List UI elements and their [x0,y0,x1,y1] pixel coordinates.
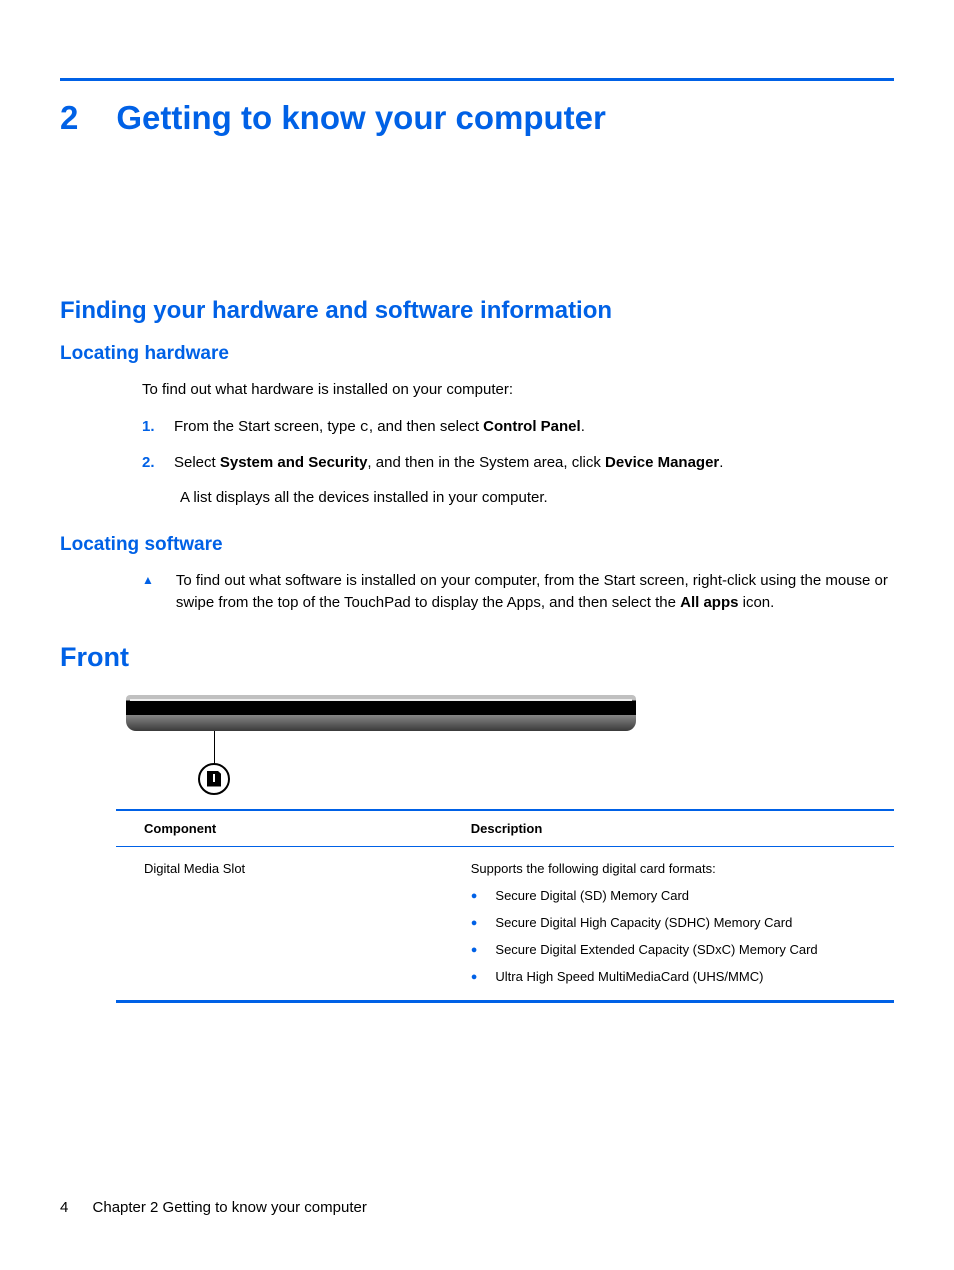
page-number: 4 [60,1199,68,1216]
footer-label: Chapter 2 Getting to know your computer [93,1199,367,1216]
component-name: Digital Media Slot [116,846,443,1001]
hardware-result: A list displays all the devices installe… [180,487,894,508]
bullet-icon: ● [471,890,478,903]
component-description: Supports the following digital card form… [443,846,894,1001]
chapter-number: 2 [60,99,78,137]
subsection-locating-hardware: Locating hardware [60,343,894,365]
bullet-icon: ● [471,944,478,957]
component-table: Component Description Digital Media Slot… [116,809,894,1003]
subsection-locating-software: Locating software [60,534,894,556]
section-front: Front [60,642,894,673]
step-number: 2. [142,452,156,473]
bullet-icon: ● [471,971,478,984]
list-item: ●Secure Digital (SD) Memory Card [471,888,886,903]
list-item: ●Secure Digital High Capacity (SDHC) Mem… [471,915,886,930]
step-number: 1. [142,416,156,438]
step-text: From the Start screen, type c, and then … [174,416,585,438]
list-item: ●Secure Digital Extended Capacity (SDxC)… [471,942,886,957]
hardware-steps: 1. From the Start screen, type c, and th… [142,416,894,473]
chapter-title: Getting to know your computer [116,99,606,137]
column-header-description: Description [443,810,894,847]
triangle-icon: ▲ [142,572,154,614]
software-text: To find out what software is installed o… [176,570,894,614]
sd-slot-icon [198,763,230,795]
table-row: Digital Media Slot Supports the followin… [116,846,894,1001]
page-footer: 4 Chapter 2 Getting to know your compute… [60,1199,367,1216]
software-bullet: ▲ To find out what software is installed… [142,570,894,614]
bullet-icon: ● [471,917,478,930]
hardware-intro: To find out what hardware is installed o… [142,379,894,400]
section-title: Finding your hardware and software infor… [60,297,894,325]
column-header-component: Component [116,810,443,847]
feature-list: ●Secure Digital (SD) Memory Card ●Secure… [471,888,886,984]
chapter-rule [60,78,894,81]
list-item: 1. From the Start screen, type c, and th… [142,416,894,438]
chapter-heading: 2 Getting to know your computer [60,99,894,137]
list-item: 2. Select System and Security, and then … [142,452,894,473]
list-item: ●Ultra High Speed MultiMediaCard (UHS/MM… [471,969,886,984]
laptop-front-bar [126,695,636,731]
callout [126,737,874,795]
front-illustration [126,695,874,795]
step-text: Select System and Security, and then in … [174,452,723,473]
